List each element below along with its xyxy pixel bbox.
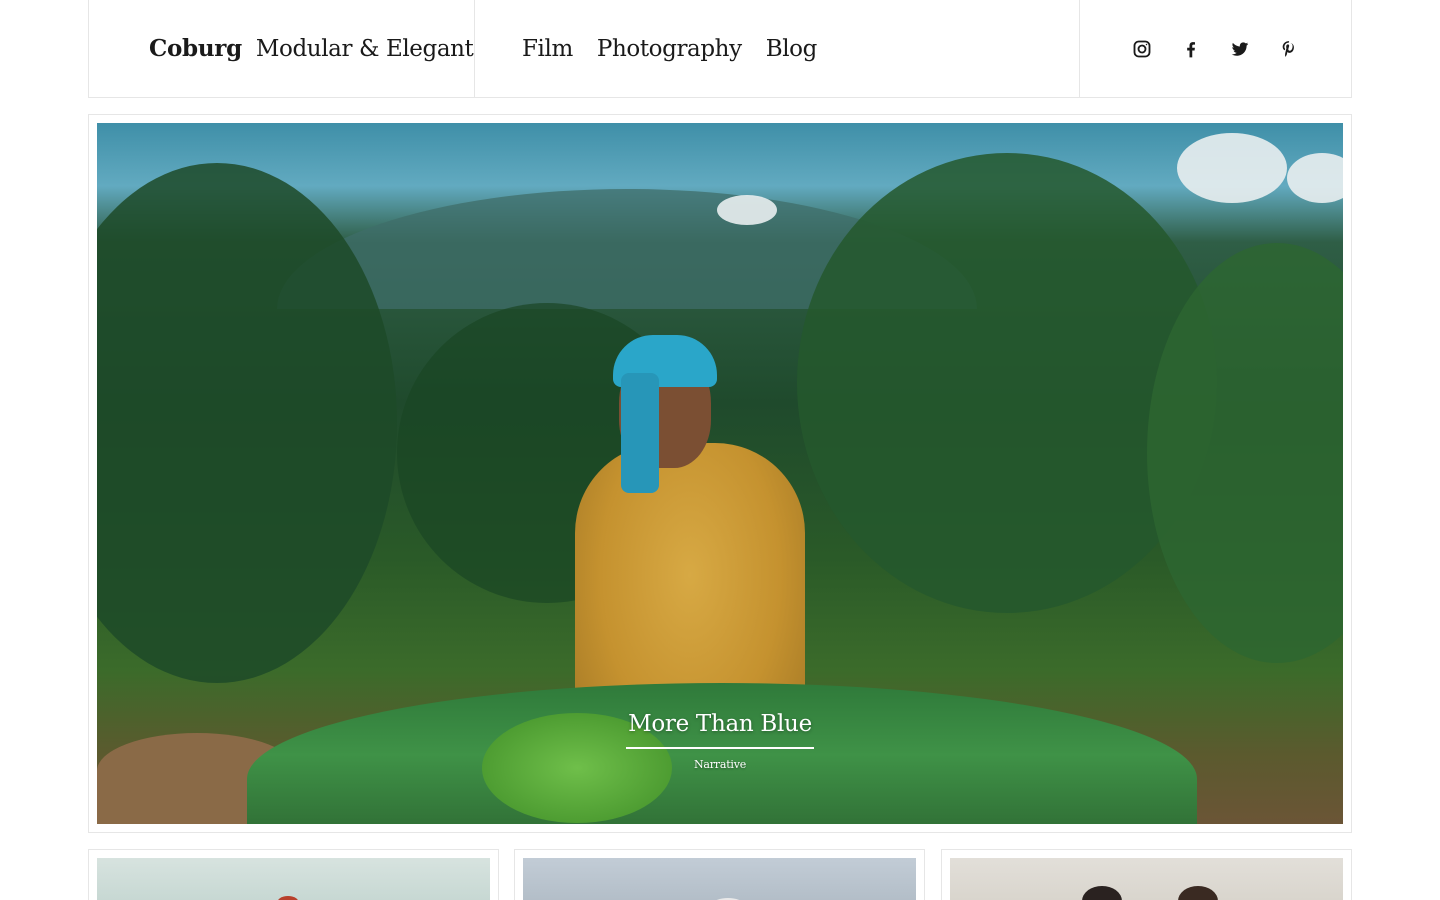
thumbnail-detail (277, 896, 299, 900)
main-nav: Film Photography Blog (475, 0, 1080, 97)
project-card[interactable] (88, 849, 499, 900)
project-card[interactable] (514, 849, 925, 900)
project-thumbnail[interactable] (97, 858, 490, 900)
featured-caption: More Than Blue Narrative (97, 711, 1343, 771)
project-card[interactable] (941, 849, 1352, 900)
featured-project-title[interactable]: More Than Blue (626, 711, 814, 749)
thumbnail-detail (1178, 886, 1218, 900)
site-name[interactable]: Coburg (149, 35, 242, 62)
project-thumbnail[interactable] (950, 858, 1343, 900)
cloud-shape (1287, 153, 1343, 203)
instagram-icon[interactable] (1132, 39, 1152, 59)
site-tagline: Modular & Elegant (255, 35, 474, 62)
facebook-icon[interactable] (1181, 39, 1201, 59)
brand[interactable]: Coburg Modular & Elegant (89, 0, 475, 97)
social-links (1080, 0, 1351, 97)
featured-project-card[interactable]: More Than Blue Narrative (88, 114, 1352, 833)
twitter-icon[interactable] (1230, 39, 1250, 59)
featured-project-image[interactable]: More Than Blue Narrative (97, 123, 1343, 824)
pinterest-icon[interactable] (1279, 39, 1299, 59)
nav-item-film[interactable]: Film (522, 36, 573, 62)
cloud-shape (1177, 133, 1287, 203)
thumbnail-detail (1082, 886, 1122, 900)
project-thumbnail[interactable] (523, 858, 916, 900)
nav-item-photography[interactable]: Photography (597, 36, 742, 62)
featured-project-category: Narrative (693, 758, 747, 771)
blue-bandana-tail (621, 373, 659, 493)
cloud-shape (717, 195, 777, 225)
nav-item-blog[interactable]: Blog (766, 36, 818, 62)
site-header: Coburg Modular & Elegant Film Photograph… (88, 0, 1352, 98)
